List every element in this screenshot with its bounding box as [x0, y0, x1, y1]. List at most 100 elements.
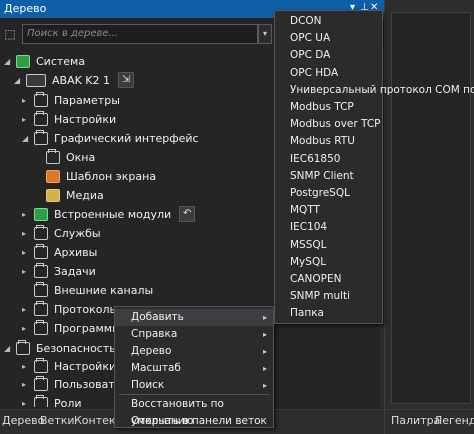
search-dropdown-button[interactable]: ▾ [258, 24, 272, 44]
submenu-item[interactable]: IEC104 [275, 219, 382, 236]
submenu-item[interactable]: SNMP Client [275, 168, 382, 185]
tree-node-label: Встроенные модули [54, 207, 172, 221]
submenu-item[interactable]: IEC61850 [275, 151, 382, 168]
tree-node[interactable]: Медиа [34, 186, 104, 204]
tree-node[interactable]: ▸ Пользовател [22, 375, 129, 393]
add-submenu: DCONOPC UAOPC DAOPC HDAУниверсальный про… [274, 10, 474, 324]
tree-node-label: Роли [54, 396, 82, 408]
folder-icon [16, 339, 30, 355]
context-menu-item-label: Добавить [131, 311, 184, 323]
context-menu-item[interactable]: Дерево ▸ [115, 343, 273, 360]
tab-palette[interactable]: Палитра [391, 414, 440, 427]
tree-node[interactable]: ▸ Параметры [22, 91, 120, 109]
submenu-item[interactable]: MSSQL [275, 237, 382, 254]
expand-arrow-icon[interactable]: ▸ [22, 96, 32, 105]
tree-node-label: Шаблон экрана [66, 169, 157, 183]
submenu-item[interactable]: DCON [275, 13, 382, 30]
folder-icon [34, 110, 48, 126]
submenu-item[interactable]: OPC HDA [275, 65, 382, 82]
tree-node[interactable]: ▸ Задачи [22, 262, 96, 280]
submenu-item[interactable]: CANOPEN [275, 271, 382, 288]
tree-node-label: Медиа [66, 188, 104, 202]
collapse-arrow-icon[interactable]: ◢ [4, 344, 14, 353]
expand-arrow-icon[interactable]: ▸ [22, 380, 32, 389]
expand-arrow-icon[interactable]: ▸ [22, 399, 32, 408]
tree-node[interactable]: Внешние каналы [22, 281, 153, 299]
tree-node[interactable]: ▸ Настройки [22, 357, 116, 375]
device-icon [26, 73, 46, 87]
context-menu: Добавить ▸ Справка ▸ Дерево ▸ Масштаб ▸ Поиск ▸ Во… [114, 306, 274, 428]
tree-node[interactable]: ◢ Графический интерфейс [22, 129, 199, 147]
expand-arrow-icon[interactable]: ▸ [22, 305, 32, 314]
submenu-arrow-icon: ▸ [262, 313, 267, 322]
tree-node[interactable]: ◢ ABAK K2 1 ⇲ [14, 71, 135, 89]
context-menu-item[interactable]: Справка ▸ [115, 326, 273, 343]
submenu-item[interactable]: MQTT [275, 202, 382, 219]
folder-icon [34, 262, 48, 278]
context-menu-item[interactable]: Поиск ▸ [115, 377, 273, 394]
submenu-item[interactable]: Универсальный протокол COM порта [275, 82, 474, 99]
folder-icon [34, 375, 48, 391]
expand-arrow-icon[interactable]: ▸ [22, 229, 32, 238]
submenu-item[interactable]: OPC DA [275, 47, 382, 64]
tree-node-label: Задачи [54, 264, 96, 278]
right-panel: Палитра Легенда [384, 0, 474, 434]
context-menu-item[interactable]: Масштаб ▸ [115, 360, 273, 377]
tree-node[interactable]: ▸ Настройки [22, 110, 116, 128]
tree-node-label: Настройки [54, 112, 117, 126]
context-menu-item-label: Открыть в панели веток [131, 415, 267, 427]
tab-tree[interactable]: Дерево [2, 414, 44, 427]
tree-node[interactable]: ▸ Протоколы [22, 300, 118, 318]
tree-node[interactable]: ▸ Службы [22, 224, 101, 242]
submenu-item[interactable]: Modbus over TCP [275, 116, 382, 133]
submenu-arrow-icon: ▸ [262, 347, 267, 356]
context-menu-item[interactable]: Открыть в панели веток [115, 413, 273, 430]
context-menu-item[interactable]: Добавить ▸ [115, 309, 273, 326]
panel-title: Дерево [4, 2, 47, 15]
submenu-item[interactable]: Modbus RTU [275, 133, 382, 150]
context-menu-item-label: Справка [131, 328, 178, 340]
tree-node[interactable]: ▸ Встроенные модули ↶ [22, 205, 196, 223]
tree-node[interactable]: ▸ Программы [22, 319, 121, 337]
system-icon [16, 54, 30, 68]
submenu-arrow-icon: ▸ [262, 364, 267, 373]
collapse-arrow-icon[interactable]: ◢ [14, 76, 24, 85]
collapse-arrow-icon[interactable]: ◢ [4, 57, 14, 66]
tree-node-label: ABAK K2 1 [52, 73, 111, 87]
submenu-item[interactable]: Папка [275, 305, 382, 322]
expand-arrow-icon[interactable]: ▸ [22, 210, 32, 219]
tree-node-label: Настройки [54, 359, 117, 373]
tree-node[interactable]: ▸ Архивы [22, 243, 97, 261]
tree-node-label: Безопасность [36, 341, 116, 355]
search-input[interactable]: Поиск в дереве... [22, 24, 258, 44]
submenu-item[interactable]: SNMP multi [275, 288, 382, 305]
tree-node-label: Архивы [54, 245, 98, 259]
submenu-item[interactable]: OPC UA [275, 30, 382, 47]
expand-arrow-icon[interactable]: ▸ [22, 267, 32, 276]
folder-icon [34, 243, 48, 259]
tree-node[interactable]: ◢ Система [4, 52, 85, 70]
context-menu-item[interactable]: Восстановить по умолчанию [115, 396, 273, 427]
expand-arrow-icon[interactable]: ▸ [22, 324, 32, 333]
tree-node[interactable]: ▸ Роли [22, 394, 82, 407]
expand-arrow-icon[interactable]: ▸ [22, 115, 32, 124]
device-connect-icon[interactable]: ⇲ [118, 72, 135, 88]
submenu-item[interactable]: Modbus TCP [275, 99, 382, 116]
tree-node[interactable]: Шаблон экрана [34, 167, 156, 185]
tab-branches[interactable]: Ветки [40, 414, 75, 427]
tree-node[interactable]: Окна [34, 148, 95, 166]
folder-icon [34, 319, 48, 335]
undo-icon[interactable]: ↶ [179, 206, 196, 222]
folder-icon [46, 148, 60, 164]
folder-icon [34, 129, 48, 145]
expand-arrow-icon[interactable]: ▸ [22, 362, 32, 371]
tree-node-label: Графический интерфейс [54, 131, 199, 145]
tab-legend[interactable]: Легенда [434, 414, 474, 427]
submenu-item[interactable]: MySQL [275, 254, 382, 271]
expand-arrow-icon[interactable]: ▸ [22, 248, 32, 257]
tree-tool-icon[interactable]: ⬚ [2, 26, 18, 42]
tree-node[interactable]: ◢ Безопасность [4, 339, 116, 357]
media-icon [46, 188, 60, 202]
submenu-item[interactable]: PostgreSQL [275, 185, 382, 202]
collapse-arrow-icon[interactable]: ◢ [22, 134, 32, 143]
